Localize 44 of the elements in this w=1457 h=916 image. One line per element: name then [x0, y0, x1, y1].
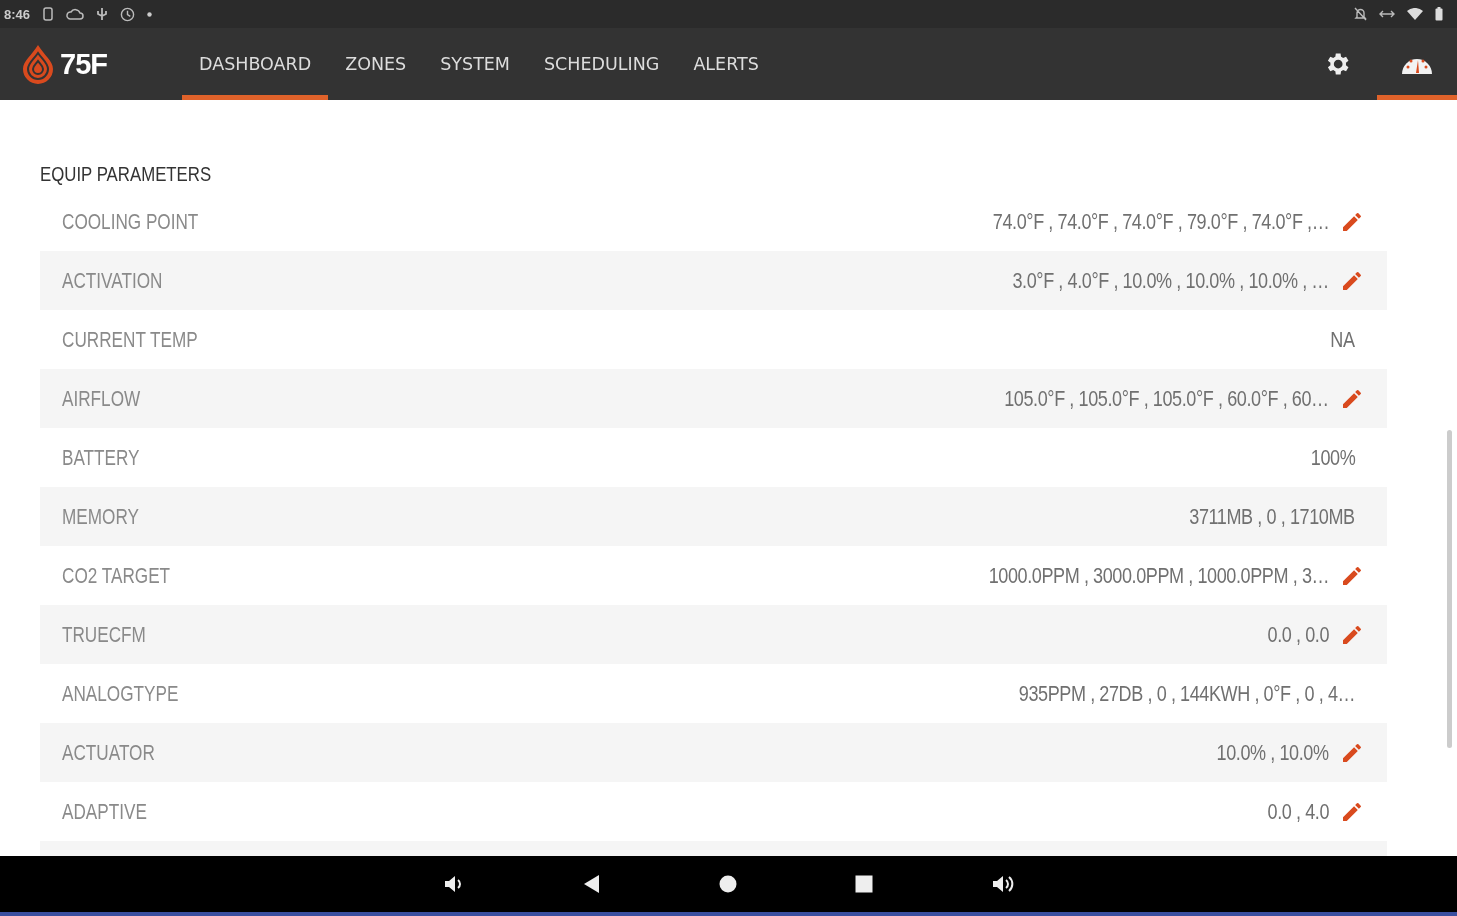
nav-tab[interactable]: ALERTS [676, 28, 776, 100]
parameter-value: 0.0 , 4.0 [1267, 798, 1329, 825]
parameter-value: 100% [1310, 444, 1355, 471]
battery-icon [1435, 7, 1443, 21]
parameter-value: 3711MB , 0 , 1710MB [1189, 503, 1355, 530]
nav-tab[interactable]: SYSTEM [423, 28, 527, 100]
parameter-label: ADAPTIVE [62, 798, 147, 825]
parameter-label: CURRENT TEMP [62, 326, 198, 353]
parameter-label: ACTUATOR [62, 739, 155, 766]
parameter-value: 0.0 , 0.0 [1267, 621, 1329, 648]
nav-tab[interactable]: ZONES [328, 28, 424, 100]
parameter-label: MEMORY [62, 503, 139, 530]
status-time: 8:46 [4, 6, 31, 22]
parameter-label: CO2 TARGET [62, 562, 171, 589]
wifi-icon [1407, 8, 1423, 20]
recents-icon[interactable] [854, 875, 873, 893]
parameter-label: AIRFLOW [62, 385, 141, 412]
parameter-value: 935PPM , 27DB , 0 , 144KWH , 0°F , 0 , 4… [1018, 680, 1355, 707]
parameter-label: COOLING POINT [62, 208, 199, 235]
parameter-value: NA [1330, 326, 1355, 353]
logo-drop-icon [20, 43, 56, 85]
usb-icon [96, 7, 109, 21]
parameter-value: 3.0°F , 4.0°F , 10.0% , 10.0% , 10.0% , … [1012, 267, 1329, 294]
logo-text: 75F [60, 47, 107, 81]
parameter-value: 1000.0PPM , 3000.0PPM , 1000.0PPM , 3… [988, 562, 1329, 589]
nav-tab[interactable]: DASHBOARD [182, 28, 329, 100]
bell-off-icon [1354, 7, 1367, 21]
parameter-label: TRUECFM [62, 621, 146, 648]
nav-tab[interactable]: SCHEDULING [527, 28, 677, 100]
clock-icon [120, 6, 136, 22]
parameter-label: BATTERY [62, 444, 140, 471]
sync-arrows-icon [1379, 9, 1395, 19]
scrollbar[interactable] [1447, 430, 1452, 748]
dot-icon [147, 11, 153, 17]
parameter-label: ANALOGTYPE [62, 680, 179, 707]
parameter-value: 10.0% , 10.0% [1217, 739, 1329, 766]
volume-up-icon[interactable] [990, 873, 1015, 895]
back-icon[interactable] [582, 874, 601, 894]
home-icon[interactable] [718, 875, 737, 893]
cloud-icon [66, 8, 85, 20]
parameter-value: 74.0°F , 74.0°F , 74.0°F , 79.0°F , 74.0°F ,… [992, 208, 1329, 235]
section-title: EQUIP PARAMETERS [40, 161, 213, 187]
parameter-label: ACTIVATION [62, 267, 163, 294]
parameter-value: 105.0°F , 105.0°F , 105.0°F , 60.0°F , 60… [1004, 385, 1329, 412]
